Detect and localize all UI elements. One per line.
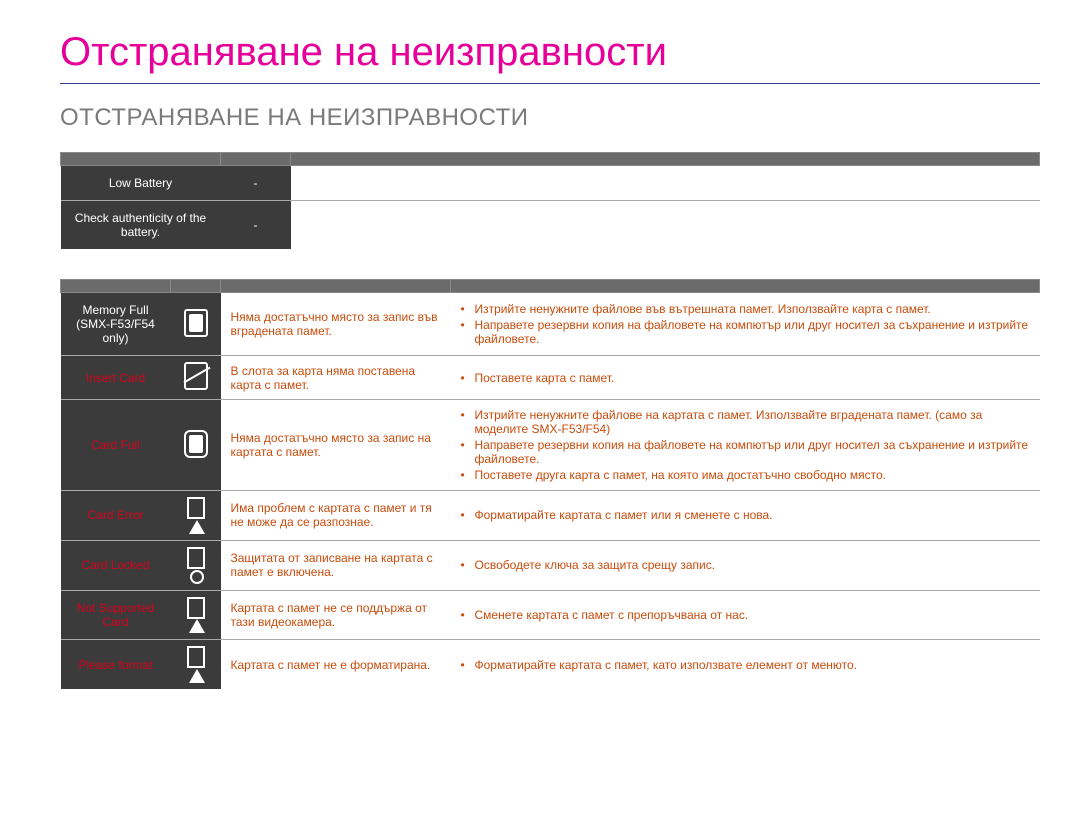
t2-actions: Изтрийте ненужните файлове на картата с … [451,400,1040,491]
t1-msg: Check authenticity of the battery. [61,201,221,250]
action-item: Изтрийте ненужните файлове на картата с … [461,408,1030,436]
t2-msg: Not Supported Card [61,590,171,640]
t2-msg: Card Locked [61,540,171,590]
t2-msg: Card Error [61,491,171,541]
t2-actions: Сменете картата с памет с препоръчвана о… [451,590,1040,640]
t2-icon [171,356,221,400]
t1-header-3 [291,153,1040,166]
t2-actions: Форматирайте картата с памет, като изпол… [451,640,1040,689]
t2-header-3 [221,280,451,293]
t2-header-4 [451,280,1040,293]
t2-msg: Memory Full (SMX-F53/F54 only) [61,293,171,356]
action-item: Изтрийте ненужните файлове във вътрешнат… [461,302,1030,316]
t2-icon [171,491,221,541]
action-item: Поставете карта с памет. [461,371,1030,385]
action-item: Направете резервни копия на файловете на… [461,438,1030,466]
t1-icon: - [221,166,291,201]
t2-msg: Please format [61,640,171,689]
page-title: Отстраняване на неизправности [60,30,1040,75]
t1-header-2 [221,153,291,166]
t2-icon [171,400,221,491]
t2-desc: В слота за карта няма поставена карта с … [221,356,451,400]
t2-desc: Няма достатъчно място за запис във вград… [221,293,451,356]
t2-header-2 [171,280,221,293]
t2-actions: Изтрийте ненужните файлове във вътрешнат… [451,293,1040,356]
t1-header-1 [61,153,221,166]
action-item: Сменете картата с памет с препоръчвана о… [461,608,1030,622]
t1-action [291,201,1040,250]
t1-action [291,166,1040,201]
t2-desc: Защитата от записване на картата с памет… [221,540,451,590]
t2-desc: Картата с памет не е форматирана. [221,640,451,689]
t2-icon [171,590,221,640]
action-item: Освободете ключа за защита срещу запис. [461,558,1030,572]
table-storage: Memory Full (SMX-F53/F54 only) Няма доста… [60,279,1040,689]
t2-actions: Поставете карта с памет. [451,356,1040,400]
t1-msg: Low Battery [61,166,221,201]
action-item: Форматирайте картата с памет или я смене… [461,508,1030,522]
t2-desc: Има проблем с картата с памет и тя не мо… [221,491,451,541]
t2-desc: Няма достатъчно място за запис на картат… [221,400,451,491]
t2-msg: Card Full [61,400,171,491]
t2-icon [171,540,221,590]
t1-icon: - [221,201,291,250]
t2-icon [171,640,221,689]
title-divider [60,83,1040,84]
t2-icon [171,293,221,356]
t2-msg: Insert Card [61,356,171,400]
action-item: Поставете друга карта с памет, на която … [461,468,1030,482]
table-power: Low Battery-Check authenticity of the ba… [60,152,1040,249]
action-item: Форматирайте картата с памет, като изпол… [461,658,1030,672]
t2-actions: Освободете ключа за защита срещу запис. [451,540,1040,590]
t2-desc: Картата с памет не се поддържа от тази в… [221,590,451,640]
t2-actions: Форматирайте картата с памет или я смене… [451,491,1040,541]
t2-header-1 [61,280,171,293]
action-item: Направете резервни копия на файловете на… [461,318,1030,346]
section-heading: ОТСТРАНЯВАНЕ НА НЕИЗПРАВНОСТИ [60,104,1040,132]
